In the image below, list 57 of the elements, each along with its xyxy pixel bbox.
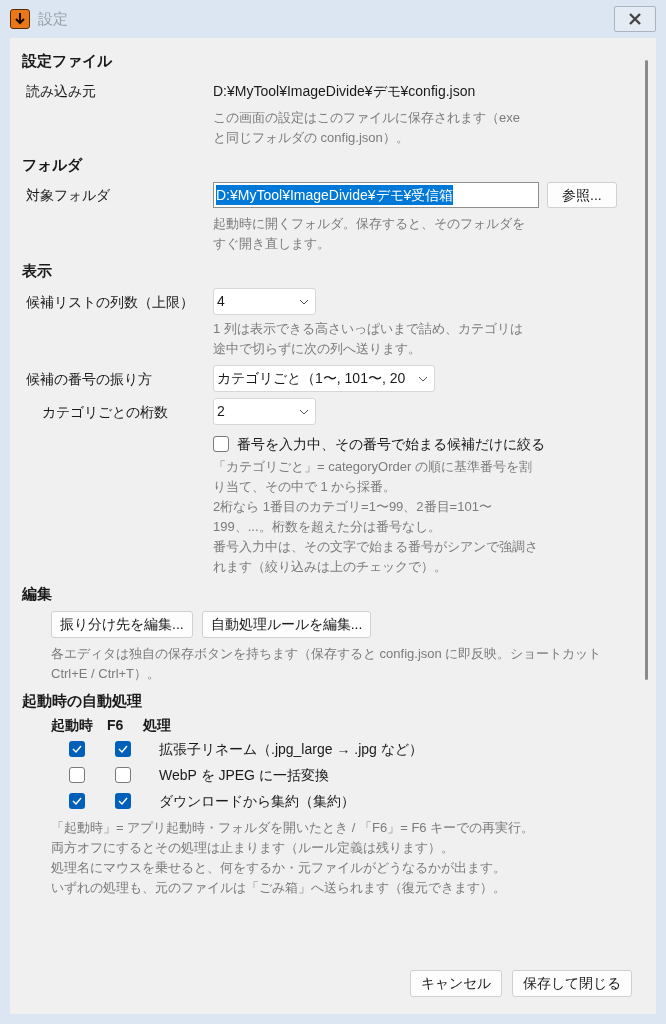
section-heading: 設定ファイル	[22, 51, 113, 71]
column-header: F6	[107, 716, 125, 735]
help-text: 両方オフにするとその処理は止まります（ルール定義は残ります）。	[51, 839, 455, 857]
field-label: 候補リストの列数（上限）	[25, 292, 195, 312]
process-label: WebP を JPEG に一括変換	[159, 766, 329, 785]
dialog-button[interactable]: キャンセル	[410, 970, 502, 997]
app-icon	[10, 9, 30, 29]
field-label: 読み込み元	[25, 82, 97, 101]
window-title: 設定	[38, 8, 68, 29]
chevron-down-icon	[418, 375, 428, 382]
edit-button[interactable]: 自動処理ルールを編集...	[201, 611, 372, 638]
checkmark-icon	[118, 797, 128, 805]
dropdown[interactable]: カテゴリごと（1〜, 101〜, 20	[213, 365, 435, 392]
close-button[interactable]	[614, 6, 656, 32]
help-text: この画面の設定はこのファイルに保存されます（exe と同じフォルダの config.json）。	[213, 109, 521, 147]
section-heading: フォルダ	[22, 155, 84, 175]
checkbox[interactable]	[115, 741, 131, 757]
section-heading: 編集	[22, 584, 53, 604]
checkbox[interactable]	[115, 767, 131, 783]
dropdown[interactable]: 4	[213, 288, 316, 315]
help-text: 起動時に開くフォルダ。保存すると、そのフォルダをすぐ開き直します。	[213, 215, 526, 253]
checkbox[interactable]	[69, 741, 85, 757]
help-text: 2桁なら 1番目のカテゴリ=1〜99、2番目=101〜199、...。桁数を超えた分は番号なし。	[213, 498, 493, 536]
checkmark-icon	[72, 745, 82, 753]
field-label: カテゴリごとの桁数	[41, 402, 169, 422]
process-label: 拡張子リネーム（.jpg_large → .jpg など）	[159, 740, 423, 759]
field-label: 候補の番号の振り方	[25, 369, 153, 389]
dropdown[interactable]: 2	[213, 398, 316, 425]
edit-button[interactable]: 振り分け先を編集...	[51, 611, 193, 638]
help-text: 番号入力中は、その文字で始まる番号がシアンで強調されます（絞り込みは上のチェックで）。	[213, 538, 539, 576]
field-label: 対象フォルダ	[25, 186, 111, 205]
checkmark-icon	[118, 745, 128, 753]
close-icon	[628, 13, 642, 25]
browse-button[interactable]: 参照...	[547, 182, 617, 208]
checkbox-label: 番号を入力中、その番号で始まる候補だけに絞る	[237, 435, 545, 454]
chevron-down-icon	[299, 408, 309, 415]
column-header: 起動時	[51, 716, 94, 735]
path-value: D:¥MyTool¥ImageDivide¥デモ¥config.json	[213, 82, 476, 101]
help-text: 各エディタは独自の保存ボタンを持ちます（保存すると config.json に即反映。ショートカット Ctrl+E / Ctrl+T）。	[51, 645, 603, 683]
folder-field[interactable]: D:¥MyTool¥ImageDivide¥デモ¥受信箱	[213, 182, 539, 208]
checkbox[interactable]	[213, 436, 229, 452]
section-heading: 表示	[22, 261, 53, 281]
dialog-button[interactable]: 保存して閉じる	[512, 970, 632, 997]
column-header: 処理	[143, 716, 171, 735]
checkmark-icon	[72, 797, 82, 805]
chevron-down-icon	[299, 298, 309, 305]
checkbox[interactable]	[69, 767, 85, 783]
help-text: 処理名にマウスを乗せると、何をするか・元ファイルがどうなるかが出ます。	[51, 859, 507, 877]
checkbox[interactable]	[69, 793, 85, 809]
checkbox[interactable]	[115, 793, 131, 809]
help-text: いずれの処理も、元のファイルは「ごみ箱」へ送られます（復元できます）。	[51, 879, 507, 897]
help-text: 1 列は表示できる高さいっぱいまで詰め、カテゴリは途中で切らずに次の列へ送ります。	[213, 320, 524, 358]
help-text: 「カテゴリごと」= categoryOrder の順に基準番号を割り当て、その中で 1 から採番。	[213, 458, 533, 496]
help-text: 「起動時」= アプリ起動時・フォルダを開いたとき / 「F6」= F6 キーでの再実行。	[51, 819, 536, 837]
process-label: ダウンロードから集約（集約）	[159, 792, 355, 811]
section-heading: 起動時の自動処理	[22, 691, 143, 711]
scrollbar-thumb[interactable]	[645, 60, 648, 680]
